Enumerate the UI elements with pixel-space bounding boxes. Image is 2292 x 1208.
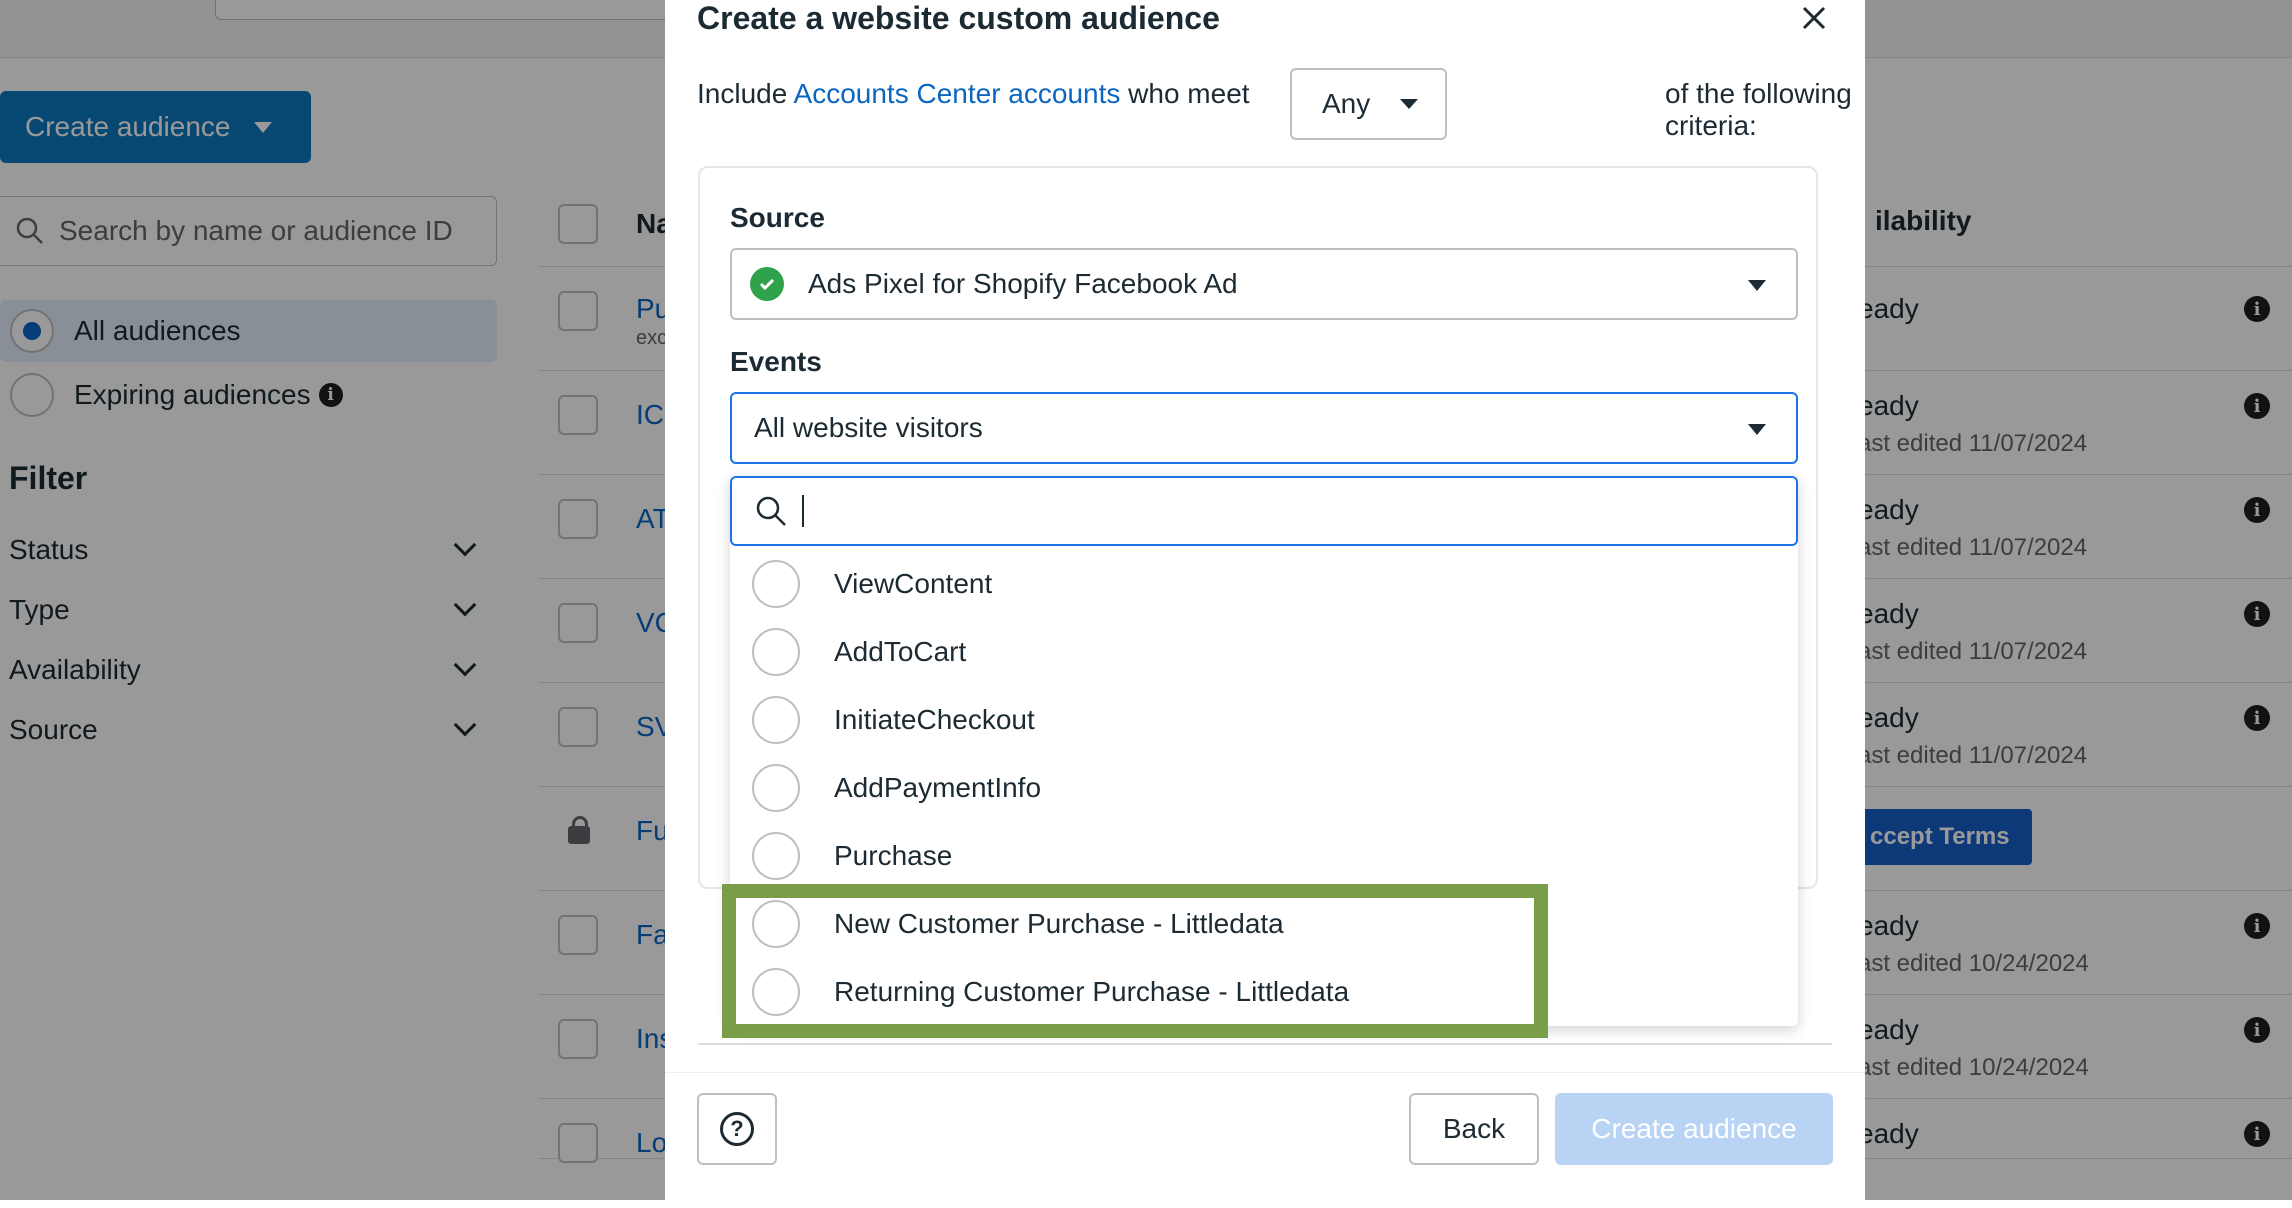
- event-option-label: Purchase: [834, 840, 953, 871]
- source-label: Source: [730, 202, 825, 233]
- back-button[interactable]: Back: [1409, 1093, 1539, 1165]
- event-option-label: ViewContent: [834, 568, 993, 599]
- include-middle: who meet: [1128, 78, 1250, 109]
- modal-title: Create a website custom audience: [697, 0, 1220, 36]
- event-option-label: AddPaymentInfo: [834, 772, 1042, 803]
- event-option[interactable]: Purchase: [730, 822, 1798, 890]
- events-search-input[interactable]: [730, 476, 1798, 546]
- help-button[interactable]: ?: [697, 1093, 777, 1165]
- radio-unselected[interactable]: [752, 628, 800, 676]
- close-button[interactable]: [1792, 0, 1836, 40]
- match-value: Any: [1322, 88, 1371, 119]
- source-select[interactable]: Ads Pixel for Shopify Facebook Ad: [730, 248, 1798, 320]
- event-option[interactable]: InitiateCheckout: [730, 686, 1798, 754]
- accounts-center-link[interactable]: Accounts Center accounts: [794, 78, 1121, 109]
- help-icon: ?: [720, 1112, 754, 1146]
- events-value: All website visitors: [754, 412, 983, 443]
- include-criteria-line: Include Accounts Center accounts who mee…: [697, 78, 1250, 110]
- divider: [698, 1043, 1832, 1045]
- create-audience-submit-button[interactable]: Create audience: [1555, 1093, 1833, 1165]
- include-suffix: of the following criteria:: [1665, 78, 1852, 141]
- event-option[interactable]: AddPaymentInfo: [730, 754, 1798, 822]
- radio-unselected[interactable]: [752, 832, 800, 880]
- modal-footer: ? Back Create audience: [665, 1072, 1865, 1208]
- radio-unselected[interactable]: [752, 696, 800, 744]
- event-option[interactable]: AddToCart: [730, 618, 1798, 686]
- caret-down-icon: [1748, 280, 1766, 291]
- close-icon: [1802, 6, 1826, 30]
- caret-down-icon: [1748, 424, 1766, 435]
- events-label: Events: [730, 346, 822, 377]
- annotation-highlight-box: [722, 884, 1548, 1038]
- include-prefix: Include: [697, 78, 788, 109]
- source-value: Ads Pixel for Shopify Facebook Ad: [808, 268, 1238, 299]
- event-option-label: AddToCart: [834, 636, 967, 667]
- event-option-label: InitiateCheckout: [834, 704, 1035, 735]
- event-option[interactable]: ViewContent: [730, 550, 1798, 618]
- caret-down-icon: [1400, 99, 1419, 109]
- check-circle-icon: [750, 267, 784, 301]
- search-icon: [756, 496, 786, 526]
- radio-unselected[interactable]: [752, 560, 800, 608]
- match-any-select[interactable]: Any: [1290, 68, 1447, 140]
- text-cursor: [802, 495, 804, 527]
- radio-unselected[interactable]: [752, 764, 800, 812]
- events-select[interactable]: All website visitors: [730, 392, 1798, 464]
